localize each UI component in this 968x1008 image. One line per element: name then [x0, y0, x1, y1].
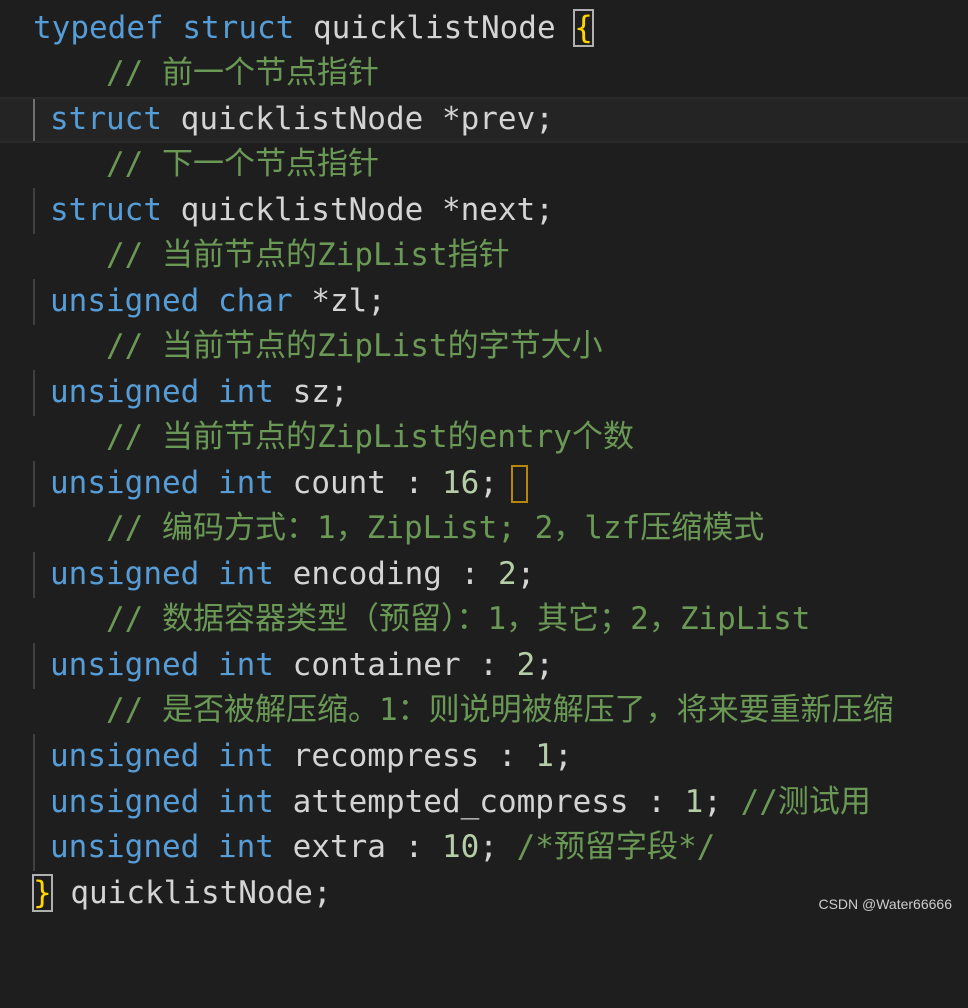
- keyword-struct: struct: [50, 101, 162, 137]
- bit-width: 2: [516, 647, 536, 683]
- typedef-name: quicklistNode;: [51, 875, 332, 911]
- comment: // 当前节点的ZipList的entry个数: [106, 419, 634, 455]
- close-brace: }: [32, 874, 53, 912]
- type-int: int: [217, 829, 274, 865]
- semicolon: ;: [535, 647, 554, 683]
- bit-width: 10: [441, 829, 480, 865]
- semicolon: ;: [516, 556, 536, 592]
- keyword-unsigned: unsigned: [50, 784, 200, 820]
- field-name: encoding :: [292, 556, 498, 592]
- code-line-16: // 是否被解压缩。1：则说明被解压了，将来要重新压缩: [0, 688, 968, 734]
- semicolon: ;: [479, 829, 517, 865]
- field-name: attempted_compress :: [292, 784, 685, 820]
- comment: // 数据容器类型（预留）：1，其它；2，ZipList: [106, 601, 811, 637]
- cursor-highlight: [511, 465, 528, 503]
- field-decl: quicklistNode *prev;: [180, 101, 554, 137]
- struct-name: quicklistNode: [312, 10, 556, 46]
- keyword-unsigned: unsigned: [50, 647, 200, 683]
- field-decl: sz;: [292, 374, 349, 410]
- field-decl: *zl;: [311, 283, 386, 319]
- indent-guide: [33, 780, 35, 826]
- watermark: CSDN @Water66666: [818, 896, 952, 912]
- indent-guide: [33, 188, 35, 234]
- open-brace: {: [573, 9, 594, 47]
- comment: // 是否被解压缩。1：则说明被解压了，将来要重新压缩: [106, 692, 894, 728]
- code-line-10: // 当前节点的ZipList的entry个数: [0, 415, 968, 461]
- semicolon: ;: [553, 738, 573, 774]
- type-int: int: [217, 738, 274, 774]
- keyword-unsigned: unsigned: [50, 465, 200, 501]
- keyword-unsigned: unsigned: [50, 829, 200, 865]
- code-line-3: struct quicklistNode *prev;: [0, 97, 968, 143]
- indent-guide: [33, 552, 35, 598]
- code-editor[interactable]: typedef struct quicklistNode { // 前一个节点指…: [0, 0, 968, 920]
- code-line-15: unsigned int container : 2;: [0, 643, 968, 689]
- indent-guide: [33, 370, 35, 416]
- keyword-unsigned: unsigned: [50, 283, 200, 319]
- code-line-17: unsigned int recompress : 1;: [0, 734, 968, 780]
- keyword-typedef: typedef: [33, 10, 164, 46]
- indent-guide: [33, 825, 35, 871]
- indent-guide: [33, 279, 35, 325]
- comment: // 下一个节点指针: [106, 146, 379, 182]
- type-int: int: [217, 465, 274, 501]
- bit-width: 1: [535, 738, 554, 774]
- trailing-comment: //测试用: [740, 784, 871, 820]
- bit-width: 16: [441, 465, 480, 501]
- keyword-struct: struct: [182, 10, 295, 46]
- comment: // 当前节点的ZipList的字节大小: [106, 328, 603, 364]
- keyword-struct: struct: [50, 192, 162, 228]
- field-decl: quicklistNode *next;: [180, 192, 554, 228]
- code-line-19: unsigned int extra : 10; /*预留字段*/: [0, 825, 968, 871]
- comment: // 前一个节点指针: [106, 55, 379, 91]
- indent-guide: [33, 99, 35, 141]
- code-line-18: unsigned int attempted_compress : 1; //测…: [0, 780, 968, 826]
- comment: // 编码方式：1，ZipList; 2，lzf压缩模式: [106, 510, 765, 546]
- field-name: extra :: [292, 829, 442, 865]
- code-line-1: typedef struct quicklistNode {: [0, 6, 968, 52]
- type-int: int: [217, 374, 274, 410]
- indent-guide: [33, 643, 35, 689]
- code-line-5: struct quicklistNode *next;: [0, 188, 968, 234]
- field-name: count :: [292, 465, 442, 501]
- code-line-7: unsigned char *zl;: [0, 279, 968, 325]
- code-line-8: // 当前节点的ZipList的字节大小: [0, 324, 968, 370]
- code-line-12: // 编码方式：1，ZipList; 2，lzf压缩模式: [0, 506, 968, 552]
- semicolon: ;: [479, 465, 498, 501]
- type-int: int: [217, 647, 274, 683]
- code-line-9: unsigned int sz;: [0, 370, 968, 416]
- trailing-comment: /*预留字段*/: [516, 829, 716, 865]
- type-int: int: [217, 556, 274, 592]
- indent-guide: [33, 461, 35, 507]
- code-line-11: unsigned int count : 16;: [0, 461, 968, 507]
- code-line-4: // 下一个节点指针: [0, 142, 968, 188]
- code-line-14: // 数据容器类型（预留）：1，其它；2，ZipList: [0, 597, 968, 643]
- type-int: int: [217, 784, 274, 820]
- comment: // 当前节点的ZipList指针: [106, 237, 510, 273]
- indent-guide: [33, 734, 35, 780]
- keyword-unsigned: unsigned: [50, 374, 200, 410]
- semicolon: ;: [703, 784, 741, 820]
- keyword-unsigned: unsigned: [50, 738, 200, 774]
- code-line-13: unsigned int encoding : 2;: [0, 552, 968, 598]
- code-line-6: // 当前节点的ZipList指针: [0, 233, 968, 279]
- field-name: container :: [292, 647, 517, 683]
- type-char: char: [217, 283, 293, 319]
- code-line-2: // 前一个节点指针: [0, 51, 968, 97]
- bit-width: 1: [684, 784, 704, 820]
- bit-width: 2: [497, 556, 517, 592]
- keyword-unsigned: unsigned: [50, 556, 200, 592]
- field-name: recompress :: [292, 738, 536, 774]
